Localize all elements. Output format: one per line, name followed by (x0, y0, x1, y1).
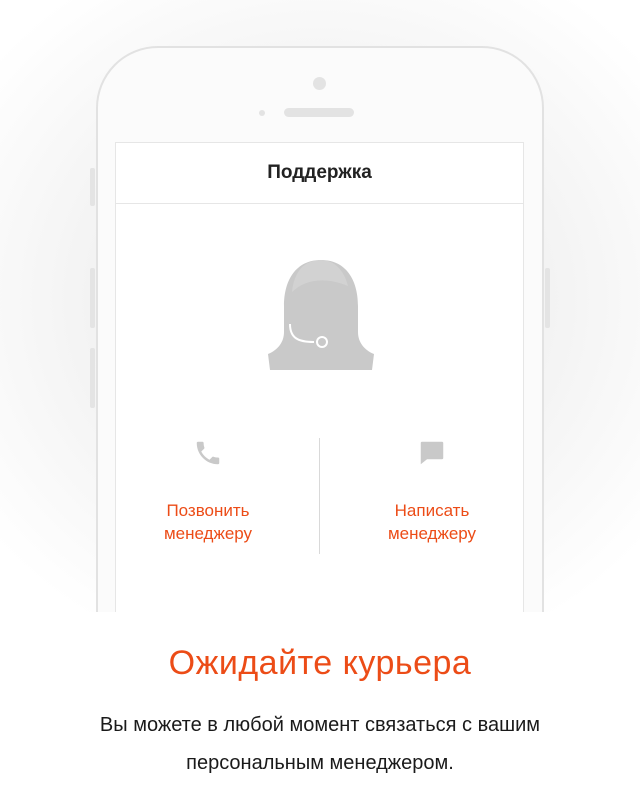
promo-description-line1: Вы можете в любой момент связаться с ваш… (99, 714, 541, 736)
phone-volume-down (90, 348, 95, 408)
screen-title: Поддержка (267, 162, 372, 183)
earpiece-speaker (284, 108, 354, 117)
phone-volume-up (90, 268, 95, 328)
call-manager-label-line2: менеджеру (163, 524, 253, 543)
actions-divider (319, 438, 320, 554)
phone-power-button (545, 268, 550, 328)
phone-screen: Поддержка Позвонить менеджеру Написать м… (115, 142, 524, 612)
call-manager-button[interactable]: Позвонить менеджеру (118, 438, 298, 545)
proximity-sensor (259, 110, 265, 116)
screen-header: Поддержка (116, 143, 523, 204)
phone-mute-switch (90, 168, 95, 206)
promo-description: Вы можете в любой момент связаться с ваш… (60, 706, 580, 782)
call-manager-label-line1: Позвонить (166, 501, 250, 520)
write-manager-button[interactable]: Написать менеджеру (342, 438, 522, 545)
contact-actions: Позвонить менеджеру Написать менеджеру (116, 438, 525, 556)
promo-headline: Ожидайте курьера (168, 644, 472, 682)
support-agent-avatar-icon (268, 260, 374, 370)
front-camera (313, 77, 326, 90)
chat-icon (420, 441, 444, 465)
phone-illustration: Поддержка Позвонить менеджеру Написать м… (0, 0, 640, 612)
write-manager-label-line1: Написать (394, 501, 470, 520)
phone-icon (196, 441, 220, 465)
promo-description-line2: персональным менеджером. (186, 752, 454, 774)
write-manager-label-line2: менеджеру (387, 524, 477, 543)
